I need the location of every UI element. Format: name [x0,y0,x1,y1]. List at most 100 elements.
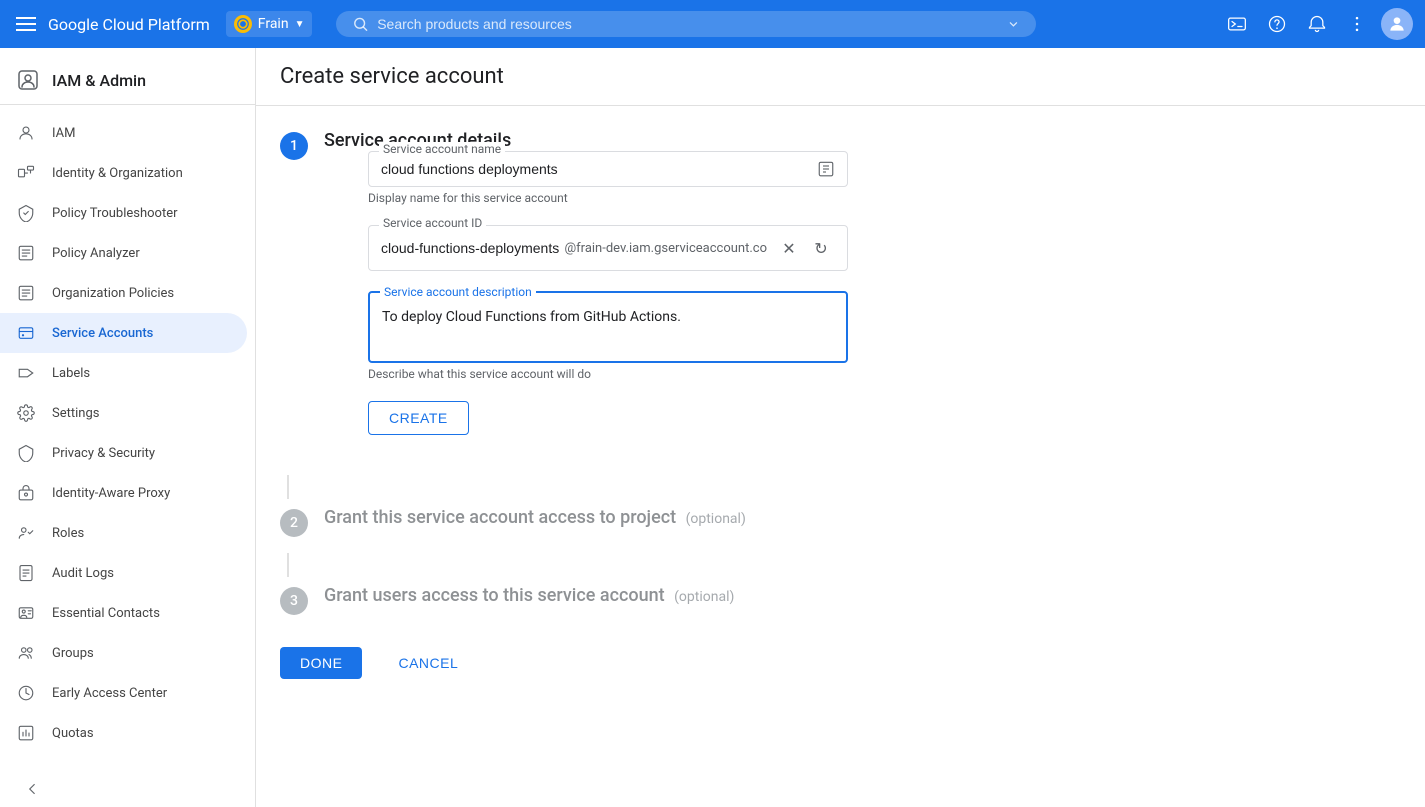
service-accounts-icon [16,323,36,343]
sidebar-label-identity-org: Identity & Organization [52,166,183,181]
step-1-form: Service account name Display name for th… [368,151,1401,435]
step-2: 2 Grant this service account access to p… [280,507,1401,537]
step-3-number: 3 [280,587,308,615]
project-icon [234,15,252,33]
nav-icons [1221,8,1413,40]
service-account-desc-input[interactable]: To deploy Cloud Functions from GitHub Ac… [382,309,834,349]
name-field-hint: Display name for this service account [368,191,1401,205]
step-3-title: Grant users access to this service accou… [324,585,665,606]
desc-field-label: Service account description [380,285,536,299]
sidebar-item-org-policies[interactable]: Organization Policies [0,273,247,313]
brand-name: Google Cloud Platform [48,15,210,34]
sidebar-item-roles[interactable]: Roles [0,513,247,553]
sidebar-label-groups: Groups [52,646,94,661]
sidebar-label-iap: Identity-Aware Proxy [52,486,170,501]
sidebar-item-essential-contacts[interactable]: Essential Contacts [0,593,247,633]
sidebar-label-service-accounts: Service Accounts [52,326,153,341]
sidebar-label-audit-logs: Audit Logs [52,566,114,581]
sidebar-label-privacy-security: Privacy & Security [52,446,155,461]
step-3-subtitle: (optional) [674,589,734,605]
sidebar-item-audit-logs[interactable]: Audit Logs [0,553,247,593]
sidebar-label-essential-contacts: Essential Contacts [52,606,160,621]
sidebar-label-iam: IAM [52,126,75,141]
expand-icon [1006,16,1021,32]
notifications-button[interactable] [1301,8,1333,40]
service-account-id-field: Service account ID @frain-dev.iam.gservi… [368,225,1401,271]
identity-org-icon [16,163,36,183]
quotas-icon [16,723,36,743]
early-access-icon [16,683,36,703]
top-nav: Google Cloud Platform Frain ▼ [0,0,1425,48]
sidebar-title: IAM & Admin [52,71,146,90]
privacy-security-icon [16,443,36,463]
sidebar-item-privacy-security[interactable]: Privacy & Security [0,433,247,473]
iam-admin-icon [16,68,40,92]
step-1-number: 1 [280,132,308,160]
sidebar-label-settings: Settings [52,406,99,421]
sidebar-label-labels: Labels [52,366,90,381]
content-body: 1 Service account details Service accoun… [256,106,1425,719]
help-button[interactable] [1261,8,1293,40]
id-suffix: @frain-dev.iam.gserviceaccount.co [564,241,767,256]
sidebar-label-policy-troubleshooter: Policy Troubleshooter [52,206,178,221]
service-account-name-input[interactable] [381,161,817,177]
sidebar-label-quotas: Quotas [52,726,94,741]
sidebar-item-iam[interactable]: IAM [0,113,247,153]
main-content: Create service account 1 Service account… [256,48,1425,807]
step-1: 1 Service account details Service accoun… [280,130,1401,459]
settings-icon [16,403,36,423]
page-title: Create service account [280,64,1401,89]
sidebar-item-policy-analyzer[interactable]: Policy Analyzer [0,233,247,273]
policy-troubleshooter-icon [16,203,36,223]
step-3: 3 Grant users access to this service acc… [280,585,1401,615]
id-field-label: Service account ID [379,216,486,230]
project-selector[interactable]: Frain ▼ [226,11,313,37]
groups-icon [16,643,36,663]
sidebar-label-org-policies: Organization Policies [52,286,174,301]
essential-contacts-icon [16,603,36,623]
bottom-buttons: DONE CANCEL [280,631,1401,695]
done-button[interactable]: DONE [280,647,362,679]
sidebar-item-settings[interactable]: Settings [0,393,247,433]
sidebar-item-policy-troubleshooter[interactable]: Policy Troubleshooter [0,193,247,233]
name-field-label: Service account name [379,142,505,156]
sidebar-item-groups[interactable]: Groups [0,633,247,673]
cloud-shell-button[interactable] [1221,8,1253,40]
labels-icon [16,363,36,383]
step-2-subtitle: (optional) [686,511,746,527]
service-account-id-input[interactable] [381,240,564,256]
refresh-id-button[interactable]: ↻ [807,234,835,262]
sidebar-item-early-access[interactable]: Early Access Center [0,673,247,713]
sidebar-label-policy-analyzer: Policy Analyzer [52,246,140,261]
search-icon [352,15,369,33]
cancel-button[interactable]: CANCEL [378,647,478,679]
service-account-desc-field: Service account description To deploy Cl… [368,291,1401,381]
policy-analyzer-icon [16,243,36,263]
sidebar-label-early-access: Early Access Center [52,686,167,701]
avatar[interactable] [1381,8,1413,40]
search-input[interactable] [377,16,997,32]
sidebar: IAM & Admin IAM Identity & Organization … [0,48,256,807]
search-bar [336,11,1036,37]
page-header: Create service account [256,48,1425,106]
sidebar-item-identity-aware-proxy[interactable]: Identity-Aware Proxy [0,473,247,513]
service-account-name-field: Service account name Display name for th… [368,151,1401,205]
menu-button[interactable] [12,13,40,35]
audit-logs-icon [16,563,36,583]
iam-icon [16,123,36,143]
collapse-sidebar-button[interactable] [16,773,48,805]
project-name: Frain [258,16,289,32]
step-2-number: 2 [280,509,308,537]
sidebar-item-service-accounts[interactable]: Service Accounts [0,313,247,353]
org-policies-icon [16,283,36,303]
sidebar-label-roles: Roles [52,526,84,541]
sidebar-item-labels[interactable]: Labels [0,353,247,393]
id-actions: ✕ ↻ [775,234,835,262]
sidebar-item-identity-org[interactable]: Identity & Organization [0,153,247,193]
desc-field-hint: Describe what this service account will … [368,367,1401,381]
chevron-down-icon: ▼ [295,19,305,30]
sidebar-item-quotas[interactable]: Quotas [0,713,247,753]
more-options-button[interactable] [1341,8,1373,40]
create-button[interactable]: CREATE [368,401,469,435]
clear-id-button[interactable]: ✕ [775,234,803,262]
